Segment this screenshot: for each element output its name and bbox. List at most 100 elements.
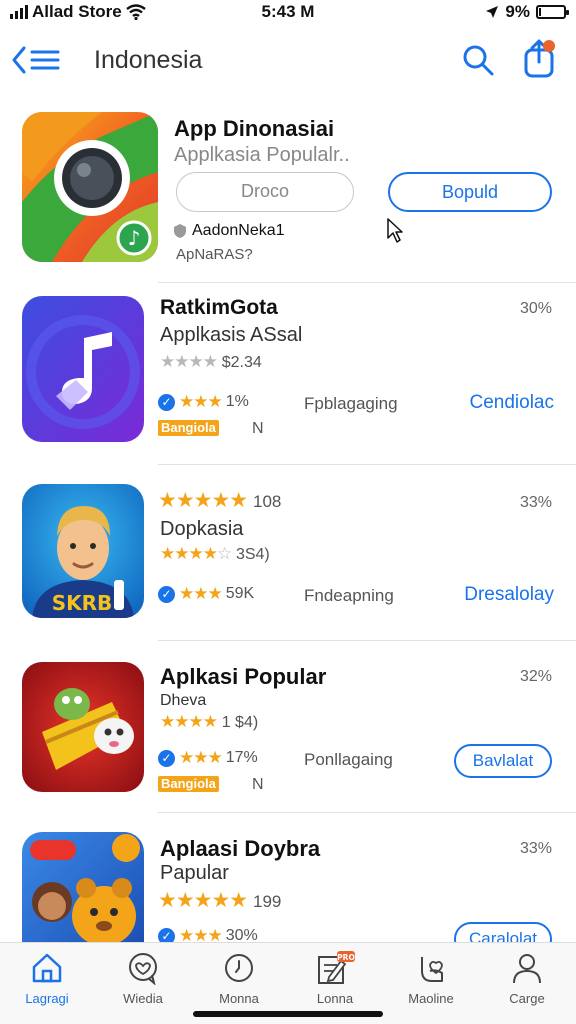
svg-text:SKRB: SKRB	[52, 591, 113, 615]
app-top-rating: ★★★★★ 199	[158, 888, 281, 913]
app-row[interactable]: SKRB ★★★★★ 108 33% Dopkasia ★★★★☆ 3S4) ✓…	[0, 472, 576, 640]
badge-extra: N	[252, 420, 264, 437]
edit-icon: PRO	[318, 951, 355, 984]
shield-icon	[174, 224, 186, 238]
featured-app[interactable]: ♪ App Dinonasiai Applkasia Populalr.. Dr…	[0, 100, 576, 270]
tab-lonna[interactable]: PRO Lonna	[290, 951, 380, 1006]
rating-stars: ★★★	[179, 584, 223, 603]
clock-icon	[225, 954, 253, 982]
app-category: Ponllagaing	[304, 750, 393, 769]
app-row[interactable]: Aplkasi Popular 32% Dheva ★★★★ 1 $4) ✓ ★…	[0, 648, 576, 812]
tab-label: Carge	[509, 991, 545, 1006]
download-count: 59K	[225, 585, 255, 602]
app-rating: ★★★★ 1 $4)	[160, 712, 258, 732]
tab-label: Lonna	[316, 991, 354, 1006]
profile-icon	[513, 954, 541, 984]
app-stats: ✓ ★★★ 59K	[158, 584, 254, 604]
app-percent: 33%	[519, 840, 552, 857]
app-rating: ★★★★☆ 3S4)	[160, 544, 270, 564]
app-category: Fndeapning	[304, 586, 394, 605]
rating-stars: ★★★★	[160, 352, 218, 371]
rating-stars: ★★★★★	[158, 489, 248, 512]
app-percent: 33%	[519, 494, 552, 511]
battery-icon	[536, 5, 569, 19]
verified-icon: ✓	[158, 749, 175, 767]
back-button[interactable]	[10, 42, 66, 78]
status-right: 9%	[485, 2, 569, 22]
app-icon	[22, 832, 144, 942]
share-icon	[524, 39, 555, 78]
app-rating: ★★★★ $2.34	[160, 352, 262, 372]
badge-extra: N	[252, 776, 264, 793]
featured-app-subtitle: Applkasia Populalr..	[174, 144, 350, 166]
divider	[158, 282, 576, 283]
tab-monna[interactable]: Monna	[194, 951, 284, 1006]
app-subtitle: Dheva	[160, 692, 207, 709]
app-stats: ✓ ★★★ 17%	[158, 748, 258, 768]
back-list-icon	[12, 46, 60, 74]
app-row[interactable]: Aplaasi Doybra 33% Papular ★★★★★ 199 ✓ ★…	[0, 820, 576, 942]
verified-icon: ✓	[158, 585, 175, 603]
cursor-icon	[387, 218, 403, 243]
tab-carge[interactable]: Carge	[482, 951, 572, 1006]
search-button[interactable]	[460, 42, 496, 78]
download-count: 30%	[225, 927, 258, 942]
rating-text: 1 $4)	[221, 714, 259, 731]
app-subtitle: Dopkasia	[160, 518, 244, 540]
tab-maoline[interactable]: Maoline	[386, 951, 476, 1006]
rating-count: 108	[252, 492, 282, 511]
search-icon	[463, 45, 494, 76]
app-icon	[22, 662, 144, 792]
app-subtitle: Applkasis ASsal	[160, 324, 303, 346]
app-percent: 32%	[519, 668, 552, 685]
app-name: Aplaasi Doybra	[160, 836, 321, 861]
download-count: 1%	[225, 393, 249, 410]
app-stats: ✓ ★★★ 1%	[158, 392, 249, 412]
divider	[158, 464, 576, 465]
tab-wiedia[interactable]: Wiedia	[98, 951, 188, 1006]
tab-label: Wiedia	[123, 991, 163, 1006]
heart-hand-icon	[421, 957, 443, 982]
rating-stars: ★★★★	[160, 712, 218, 731]
app-percent: 30%	[519, 300, 552, 317]
featured-meta: ApNaRAS?	[176, 246, 253, 263]
featured-get-button[interactable]: Bopuld	[388, 172, 552, 212]
app-action-link[interactable]: Dresalolay	[464, 584, 554, 606]
rating-star-empty: ☆	[216, 544, 232, 563]
rating-stars: ★★★	[179, 926, 223, 942]
app-top-rating: ★★★★★ 108	[158, 488, 281, 513]
location-icon	[486, 6, 499, 18]
app-row[interactable]: RatkimGota 30% Applkasis ASsal ★★★★ $2.3…	[0, 290, 576, 460]
tab-home[interactable]: Lagragi	[2, 951, 92, 1006]
battery-percent: 9%	[505, 2, 530, 21]
rating-stars: ★★★★	[160, 544, 218, 563]
rating-stars: ★★★	[179, 392, 223, 411]
verified-icon: ✓	[158, 927, 175, 942]
rating-text: 3S4)	[235, 546, 270, 563]
tab-label: Maoline	[408, 991, 454, 1006]
svg-text:♪: ♪	[128, 226, 141, 250]
featured-app-icon: ♪	[22, 112, 158, 262]
heart-chat-icon	[129, 953, 157, 985]
app-name: Aplkasi Popular	[160, 664, 327, 689]
featured-developer: AadonNeka1	[192, 222, 285, 239]
app-action-button[interactable]: Bavlalat	[454, 744, 552, 778]
rating-stars: ★★★	[179, 748, 223, 767]
home-indicator[interactable]	[193, 1011, 383, 1017]
developer-line: AadonNeka1	[174, 222, 285, 240]
download-count: 17%	[225, 749, 258, 766]
app-category: Fpblagaging	[304, 394, 398, 413]
promo-badge: Bangiola	[158, 776, 219, 792]
page-title: Indonesia	[94, 46, 203, 74]
app-action-button[interactable]: Caralolat	[454, 922, 552, 942]
status-bar: Allad Store 5:43 M 9%	[0, 0, 576, 26]
share-button[interactable]	[520, 38, 558, 78]
app-subtitle: Papular	[160, 862, 229, 884]
app-action-link[interactable]: Cendiolac	[470, 392, 555, 414]
tab-label: Monna	[219, 991, 259, 1006]
app-icon	[22, 296, 144, 442]
promo-badge: Bangiola	[158, 420, 219, 436]
app-name: RatkimGota	[160, 296, 278, 319]
featured-secondary-button[interactable]: Droco	[176, 172, 354, 212]
nav-bar: Indonesia	[0, 36, 576, 86]
